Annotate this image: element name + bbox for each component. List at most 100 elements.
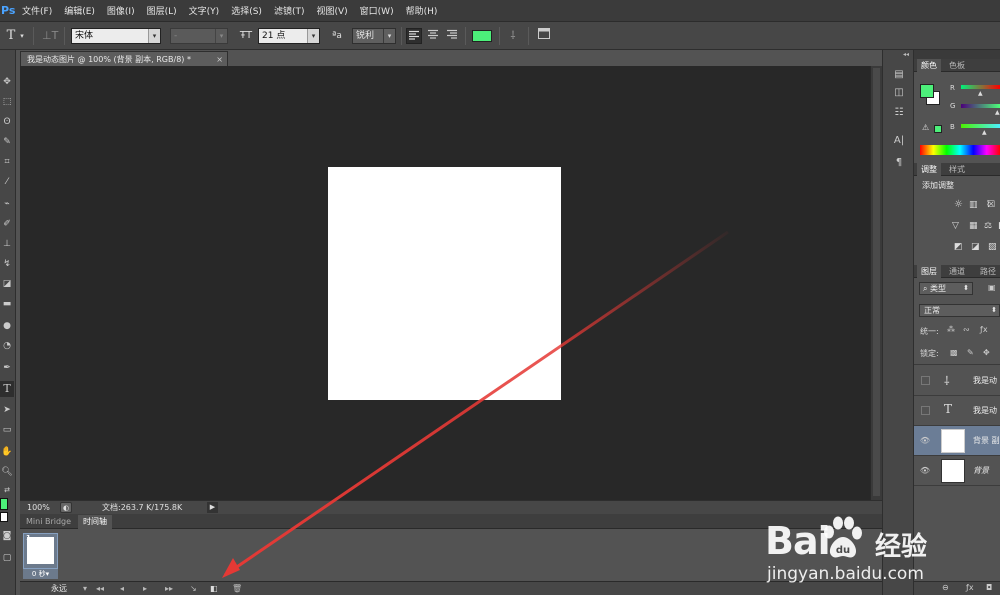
tab-styles[interactable]: 样式: [945, 163, 969, 176]
layer-row[interactable]: ⸸ 我是动: [914, 366, 1000, 396]
slider-handle-icon[interactable]: ▲: [982, 129, 987, 136]
previous-frame-icon[interactable]: ◂: [120, 584, 124, 594]
font-family-select[interactable]: 宋体 ▾: [71, 28, 161, 44]
eraser-tool-icon[interactable]: ◪: [0, 276, 14, 292]
menu-image[interactable]: 图像(I): [107, 4, 135, 17]
menu-file[interactable]: 文件(F): [22, 4, 52, 17]
foreground-color-swatch[interactable]: [920, 84, 934, 98]
vibrance-icon[interactable]: ▽: [952, 221, 959, 231]
frame-delay[interactable]: 0 秒▾: [23, 569, 58, 579]
tab-channels[interactable]: 通道: [945, 265, 969, 278]
menu-filter[interactable]: 滤镜(T): [274, 4, 305, 17]
path-select-tool-icon[interactable]: ➤: [0, 402, 14, 418]
unify-visibility-icon[interactable]: ∾: [963, 325, 970, 334]
info-panel-icon[interactable]: ◫: [889, 84, 909, 102]
tool-preset-arrow-icon[interactable]: ▾: [18, 28, 26, 44]
history-brush-tool-icon[interactable]: ↯: [0, 256, 14, 272]
menu-edit[interactable]: 编辑(E): [64, 4, 95, 17]
color-balance-icon[interactable]: ⚖: [984, 221, 992, 231]
blend-mode-select[interactable]: 正常 ⬍: [919, 304, 1000, 317]
scroll-thumb[interactable]: [873, 68, 880, 496]
crop-tool-icon[interactable]: ⌗: [0, 154, 14, 170]
anti-alias-select[interactable]: 锐利 ▾: [352, 28, 396, 44]
menu-window[interactable]: 窗口(W): [360, 4, 394, 17]
slider-handle-icon[interactable]: ▲: [978, 90, 983, 97]
align-right-icon[interactable]: [444, 28, 460, 44]
menu-help[interactable]: 帮助(H): [406, 4, 438, 17]
layer-row[interactable]: 👁︎ 背景: [914, 456, 1000, 486]
background-color-swatch[interactable]: [0, 512, 8, 522]
quick-select-tool-icon[interactable]: ✎: [0, 134, 14, 150]
layer-row[interactable]: T 我是动: [914, 396, 1000, 426]
history-panel-icon[interactable]: ▤: [889, 66, 909, 84]
collapse-icon[interactable]: ◂◂: [903, 51, 909, 58]
lasso-tool-icon[interactable]: ʘ: [0, 114, 14, 130]
close-icon[interactable]: ×: [216, 52, 223, 67]
pen-tool-icon[interactable]: ✒: [0, 360, 14, 376]
hand-tool-icon[interactable]: ✋: [0, 444, 14, 460]
visibility-off-box[interactable]: [921, 376, 930, 385]
character-panel-icon[interactable]: [536, 28, 552, 44]
warp-text-icon[interactable]: ⸸: [505, 28, 521, 44]
play-icon[interactable]: ▸: [143, 584, 147, 594]
levels-icon[interactable]: ▥: [969, 200, 978, 210]
move-tool-icon[interactable]: ✥: [0, 74, 14, 90]
text-color-swatch[interactable]: [472, 30, 492, 42]
tab-adjustments[interactable]: 调整: [917, 163, 941, 176]
shape-tool-icon[interactable]: ▭: [0, 422, 14, 438]
tween-icon[interactable]: ↘: [190, 584, 197, 594]
marquee-tool-icon[interactable]: ⬚: [0, 94, 14, 110]
eyedropper-tool-icon[interactable]: ⁄: [0, 174, 14, 190]
tab-swatches[interactable]: 色板: [945, 59, 969, 72]
lock-transparent-icon[interactable]: ▩: [950, 348, 958, 357]
brightness-icon[interactable]: ☼: [954, 199, 963, 210]
vertical-scrollbar[interactable]: [870, 66, 882, 500]
eye-icon[interactable]: 👁︎: [919, 435, 931, 447]
lock-pixels-icon[interactable]: ✎: [967, 348, 974, 357]
paragraph-panel-icon[interactable]: ¶: [889, 154, 909, 172]
layer-row-selected[interactable]: 👁︎ 背景 副: [914, 426, 1000, 456]
eye-icon[interactable]: 👁︎: [919, 465, 931, 477]
color-ramp[interactable]: [920, 145, 1000, 155]
filter-pixel-icon[interactable]: ▣: [988, 283, 996, 292]
font-size-select[interactable]: 21 点 ▾: [258, 28, 320, 44]
foreground-color-swatch[interactable]: [0, 498, 8, 510]
layer-filter-select[interactable]: ⌕ 类型 ⬍: [919, 282, 973, 295]
posterize-icon[interactable]: ◪: [971, 242, 980, 252]
threshold-icon[interactable]: ▨: [988, 242, 997, 252]
zoom-level[interactable]: 100%: [27, 501, 50, 514]
tab-color[interactable]: 颜色: [917, 59, 941, 72]
visibility-off-box[interactable]: [921, 406, 930, 415]
brush-tool-icon[interactable]: ✐: [0, 216, 14, 232]
clone-stamp-tool-icon[interactable]: ⊥: [0, 236, 14, 252]
healing-brush-tool-icon[interactable]: ⌁: [0, 196, 14, 212]
unify-style-icon[interactable]: ƒx: [980, 325, 988, 334]
invert-icon[interactable]: ◩: [954, 242, 963, 252]
align-center-icon[interactable]: [425, 28, 441, 44]
duplicate-frame-icon[interactable]: ◧: [210, 584, 218, 594]
properties-panel-icon[interactable]: ☷: [889, 104, 909, 122]
animation-frame[interactable]: 1: [23, 533, 58, 569]
menu-type[interactable]: 文字(Y): [189, 4, 220, 17]
dodge-tool-icon[interactable]: ◔: [0, 338, 14, 354]
zoom-tool-icon[interactable]: 🔍︎: [0, 464, 14, 480]
font-style-select[interactable]: - ▾: [170, 28, 228, 44]
next-frame-icon[interactable]: ▸▸: [165, 584, 173, 594]
menu-layer[interactable]: 图层(L): [147, 4, 177, 17]
character-panel-icon[interactable]: A|: [889, 132, 909, 150]
websafe-swatch[interactable]: [934, 125, 942, 133]
tab-layers[interactable]: 图层: [917, 265, 941, 278]
first-frame-icon[interactable]: ◂◂: [96, 584, 104, 594]
tab-mini-bridge[interactable]: Mini Bridge: [21, 515, 76, 529]
status-menu-icon[interactable]: ◐: [60, 502, 72, 513]
warning-icon[interactable]: ⚠: [922, 123, 929, 132]
chevron-down-icon[interactable]: ▾: [83, 584, 87, 594]
menu-view[interactable]: 视图(V): [316, 4, 347, 17]
swap-colors-icon[interactable]: ⇄: [0, 482, 14, 498]
text-orientation-icon[interactable]: ⊥T: [42, 28, 58, 44]
loop-select[interactable]: 永远: [51, 584, 67, 594]
lock-position-icon[interactable]: ✥: [983, 348, 990, 357]
screen-mode-icon[interactable]: ▢: [0, 550, 14, 566]
tab-paths[interactable]: 路径: [976, 265, 1000, 278]
r-slider[interactable]: [961, 85, 1000, 89]
